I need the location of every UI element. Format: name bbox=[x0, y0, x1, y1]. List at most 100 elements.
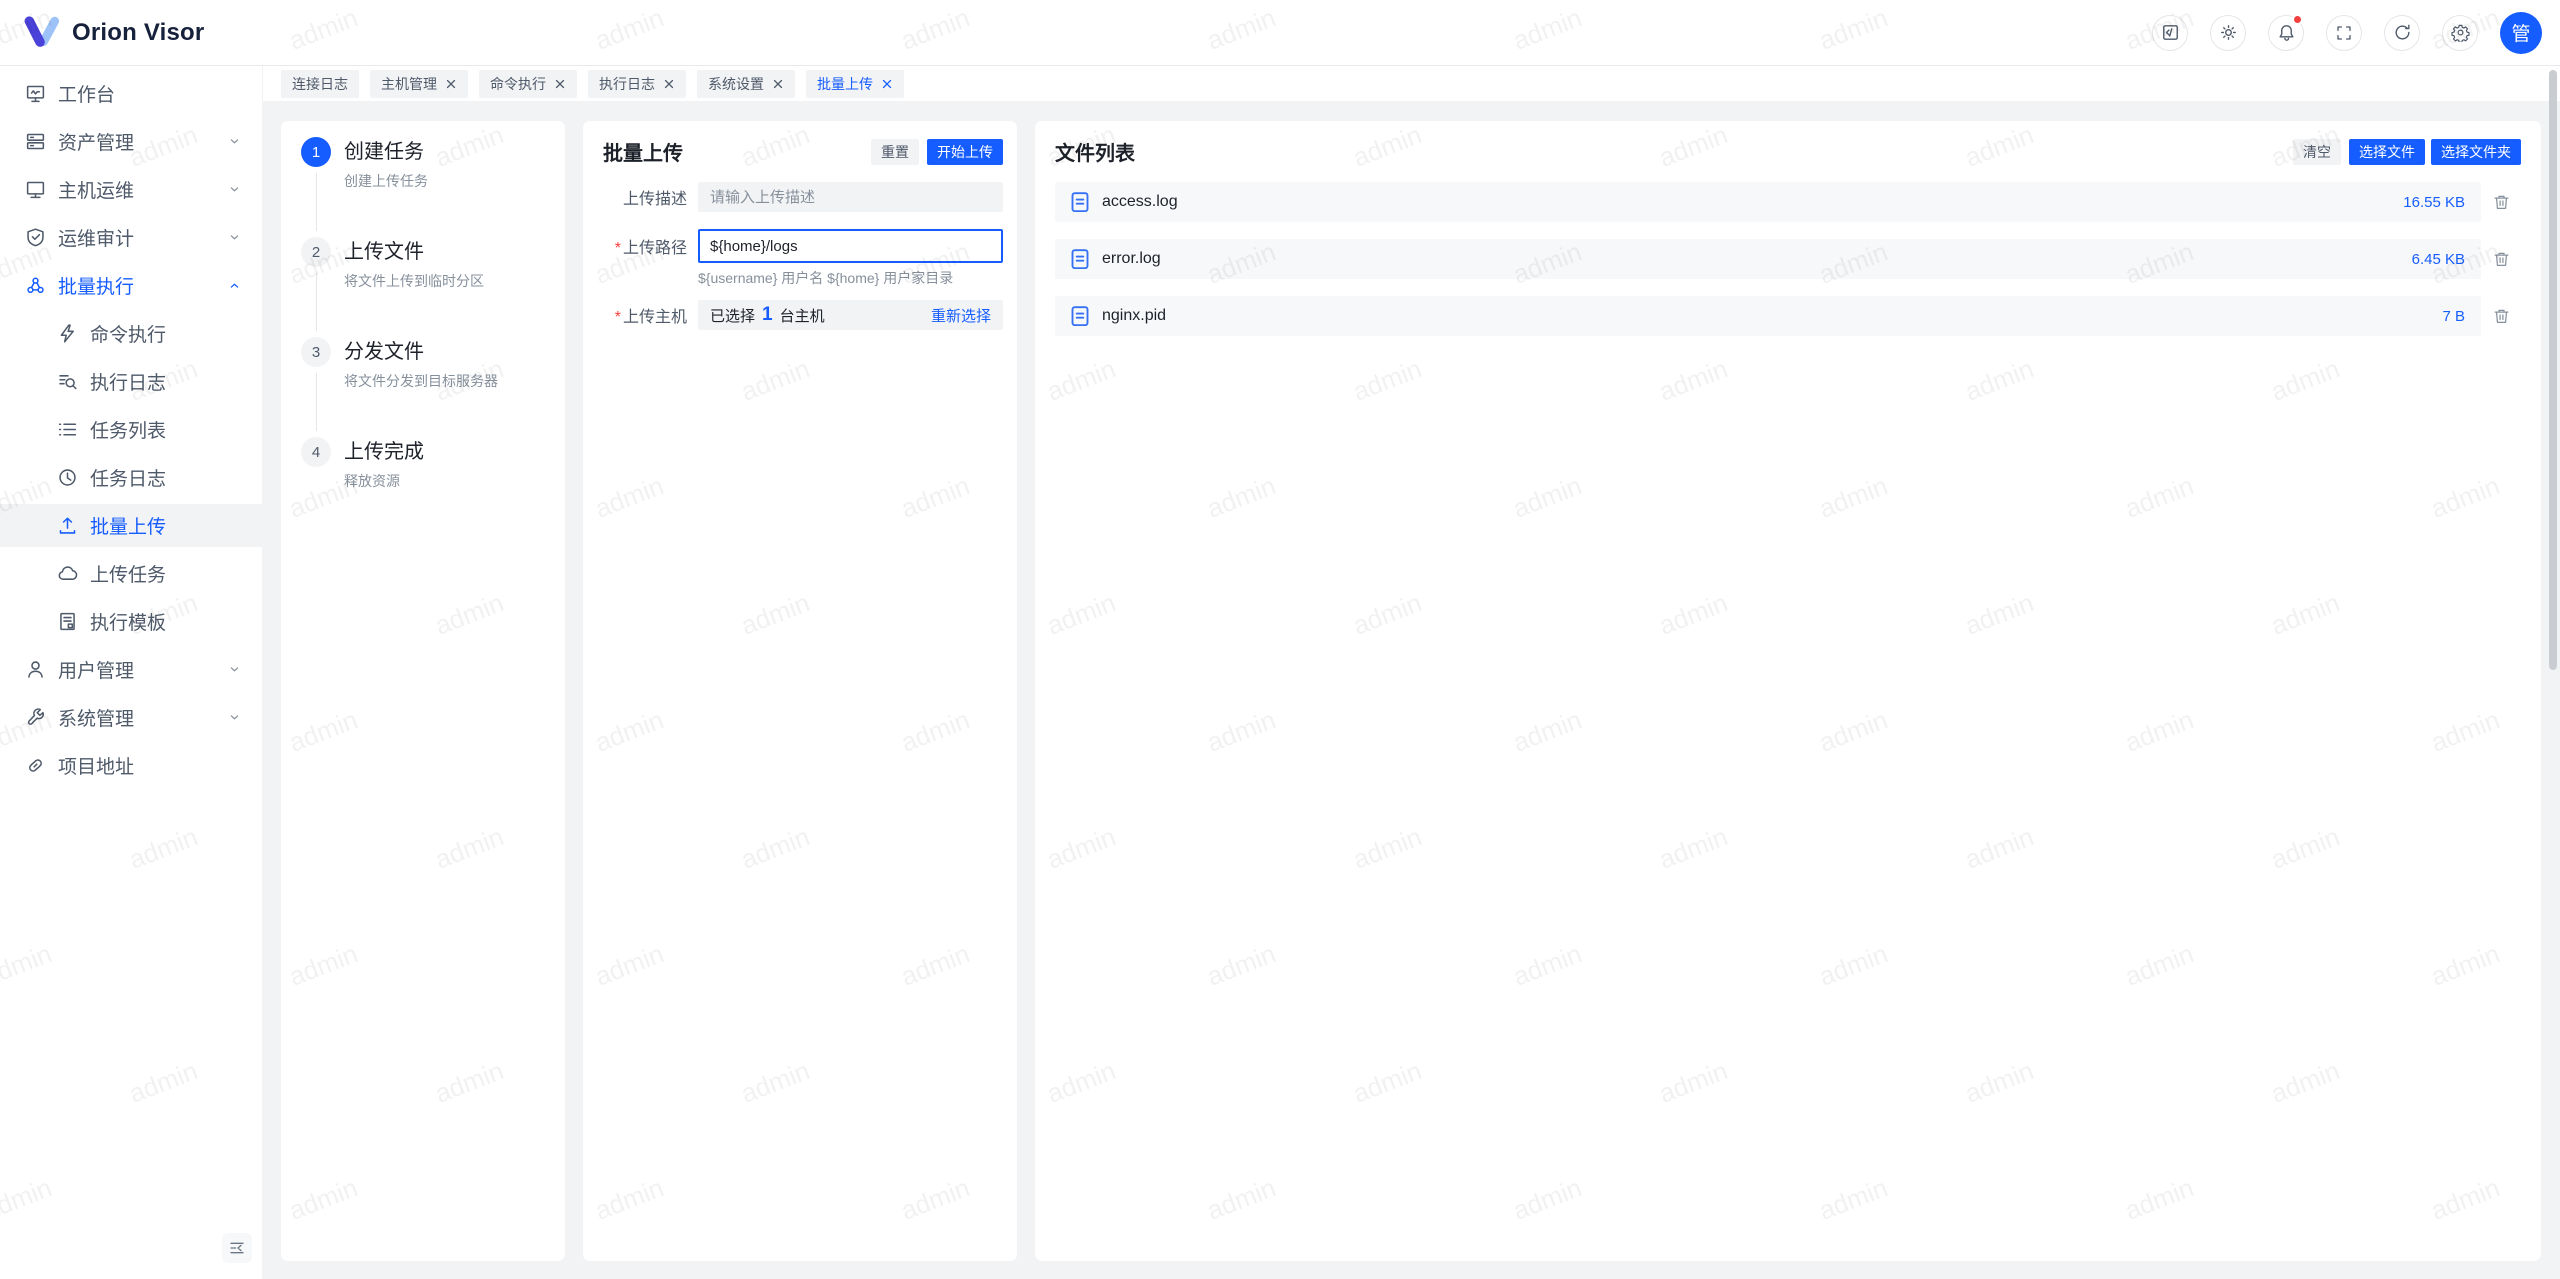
sidebar-item-cmd-exec[interactable]: 命令执行 bbox=[0, 312, 262, 355]
chevron-down-icon bbox=[227, 182, 242, 197]
sidebar-item-batch-exec[interactable]: 批量执行 bbox=[0, 264, 262, 307]
panel-title: 文件列表 bbox=[1055, 137, 1135, 166]
code-icon bbox=[2161, 23, 2180, 42]
tab-host-mgmt[interactable]: 主机管理 bbox=[370, 70, 468, 98]
select-file-button[interactable]: 选择文件 bbox=[2349, 139, 2425, 165]
code-editor-button[interactable] bbox=[2152, 15, 2188, 51]
sidebar-item-label: 批量上传 bbox=[90, 512, 242, 539]
step-title: 上传完成 bbox=[344, 437, 424, 467]
close-icon[interactable] bbox=[554, 78, 566, 90]
tab-label: 主机管理 bbox=[381, 74, 437, 94]
settings-button[interactable] bbox=[2442, 15, 2478, 51]
link-icon bbox=[25, 755, 46, 776]
tab-label: 系统设置 bbox=[708, 74, 764, 94]
step-desc: 释放资源 bbox=[344, 471, 424, 491]
step-desc: 将文件分发到目标服务器 bbox=[344, 371, 498, 391]
sidebar-item-project-link[interactable]: 项目地址 bbox=[0, 744, 262, 787]
reselect-hosts-link[interactable]: 重新选择 bbox=[931, 305, 991, 326]
tab-label: 批量上传 bbox=[817, 74, 873, 94]
close-icon[interactable] bbox=[445, 78, 457, 90]
file-name: nginx.pid bbox=[1102, 307, 1166, 325]
upload-desc-input[interactable] bbox=[698, 182, 1003, 212]
tab-connect-log[interactable]: 连接日志 bbox=[281, 70, 359, 98]
sidebar-item-label: 项目地址 bbox=[58, 752, 242, 779]
tab-bar: 连接日志 主机管理 命令执行 执行日志 系统设置 批量上传 bbox=[263, 66, 2560, 101]
chevron-down-icon bbox=[227, 662, 242, 677]
tab-sys-settings[interactable]: 系统设置 bbox=[697, 70, 795, 98]
chevron-up-icon bbox=[227, 278, 242, 293]
scrollbar-thumb[interactable] bbox=[2549, 70, 2557, 670]
step-upload-files: 2 上传文件 将文件上传到临时分区 bbox=[301, 237, 545, 337]
theme-toggle-button[interactable] bbox=[2210, 15, 2246, 51]
close-icon[interactable] bbox=[663, 78, 675, 90]
step-number: 4 bbox=[301, 437, 331, 467]
upload-path-help: ${username} 用户名 ${home} 用户家目录 bbox=[698, 268, 1003, 300]
sidebar-item-user-mgmt[interactable]: 用户管理 bbox=[0, 648, 262, 691]
panel-title: 批量上传 bbox=[603, 137, 683, 166]
delete-file-button[interactable] bbox=[2481, 307, 2521, 325]
tab-batch-upload[interactable]: 批量上传 bbox=[806, 70, 904, 98]
clear-files-button[interactable]: 清空 bbox=[2293, 139, 2341, 165]
upload-host-label: *上传主机 bbox=[603, 303, 687, 327]
fullscreen-button[interactable] bbox=[2326, 15, 2362, 51]
sidebar-item-exec-template[interactable]: 执行模板 bbox=[0, 600, 262, 643]
reset-button[interactable]: 重置 bbox=[871, 139, 919, 165]
required-asterisk: * bbox=[615, 309, 621, 326]
sidebar: 工作台 资产管理 主机运维 运维审计 批量执行 命令执行 执行日志 bbox=[0, 66, 263, 1279]
file-row: nginx.pid 7 B bbox=[1055, 296, 2521, 336]
batch-upload-panel: 批量上传 重置 开始上传 上传描述 *上传路径 bbox=[583, 121, 1017, 1261]
upload-path-input[interactable] bbox=[698, 229, 1003, 263]
refresh-button[interactable] bbox=[2384, 15, 2420, 51]
sidebar-item-label: 任务日志 bbox=[90, 464, 242, 491]
host-selected-suffix: 台主机 bbox=[780, 305, 825, 326]
chevron-down-icon bbox=[227, 710, 242, 725]
sidebar-item-workbench[interactable]: 工作台 bbox=[0, 72, 262, 115]
sidebar-collapse-button[interactable] bbox=[222, 1233, 252, 1263]
delete-file-button[interactable] bbox=[2481, 250, 2521, 268]
sidebar-item-exec-log[interactable]: 执行日志 bbox=[0, 360, 262, 403]
sidebar-item-label: 系统管理 bbox=[58, 704, 227, 731]
tab-exec-log[interactable]: 执行日志 bbox=[588, 70, 686, 98]
sidebar-item-assets[interactable]: 资产管理 bbox=[0, 120, 262, 163]
start-upload-button[interactable]: 开始上传 bbox=[927, 139, 1003, 165]
step-complete: 4 上传完成 释放资源 bbox=[301, 437, 545, 491]
user-icon bbox=[25, 659, 46, 680]
step-create-task: 1 创建任务 创建上传任务 bbox=[301, 137, 545, 237]
tab-label: 命令执行 bbox=[490, 74, 546, 94]
search-log-icon bbox=[57, 371, 78, 392]
logo-v-icon bbox=[23, 16, 61, 50]
upload-path-label: *上传路径 bbox=[603, 234, 687, 258]
sidebar-item-batch-upload[interactable]: 批量上传 bbox=[0, 504, 262, 547]
clock-icon bbox=[57, 467, 78, 488]
file-row: error.log 6.45 KB bbox=[1055, 239, 2521, 279]
sidebar-item-sys-mgmt[interactable]: 系统管理 bbox=[0, 696, 262, 739]
delete-file-button[interactable] bbox=[2481, 193, 2521, 211]
upload-host-row: *上传主机 已选择 1 台主机 重新选择 bbox=[603, 300, 1003, 330]
step-title: 分发文件 bbox=[344, 337, 498, 367]
sidebar-item-host-ops[interactable]: 主机运维 bbox=[0, 168, 262, 211]
sidebar-item-task-list[interactable]: 任务列表 bbox=[0, 408, 262, 451]
sidebar-item-label: 主机运维 bbox=[58, 176, 227, 203]
main-panels: 1 创建任务 创建上传任务 2 上传文件 将文件上传到临时分区 3 bbox=[263, 101, 2560, 1279]
step-number: 2 bbox=[301, 237, 331, 267]
select-folder-button[interactable]: 选择文件夹 bbox=[2431, 139, 2521, 165]
app-title: Orion Visor bbox=[72, 19, 204, 47]
chevron-down-icon bbox=[227, 230, 242, 245]
file-icon bbox=[1071, 192, 1089, 212]
step-number: 3 bbox=[301, 337, 331, 367]
file-name: access.log bbox=[1102, 193, 1178, 211]
sidebar-item-label: 用户管理 bbox=[58, 656, 227, 683]
sidebar-item-audit[interactable]: 运维审计 bbox=[0, 216, 262, 259]
close-icon[interactable] bbox=[772, 78, 784, 90]
user-avatar[interactable]: 管 bbox=[2500, 12, 2542, 54]
close-icon[interactable] bbox=[881, 78, 893, 90]
shield-check-icon bbox=[25, 227, 46, 248]
notifications-button[interactable] bbox=[2268, 15, 2304, 51]
lightning-icon bbox=[57, 323, 78, 344]
sidebar-item-task-log[interactable]: 任务日志 bbox=[0, 456, 262, 499]
cloud-icon bbox=[57, 563, 78, 584]
tab-cmd-exec[interactable]: 命令执行 bbox=[479, 70, 577, 98]
bell-icon bbox=[2277, 23, 2296, 42]
sidebar-item-upload-task[interactable]: 上传任务 bbox=[0, 552, 262, 595]
file-list-panel: 文件列表 清空 选择文件 选择文件夹 access.log 16.55 KB bbox=[1035, 121, 2541, 1261]
